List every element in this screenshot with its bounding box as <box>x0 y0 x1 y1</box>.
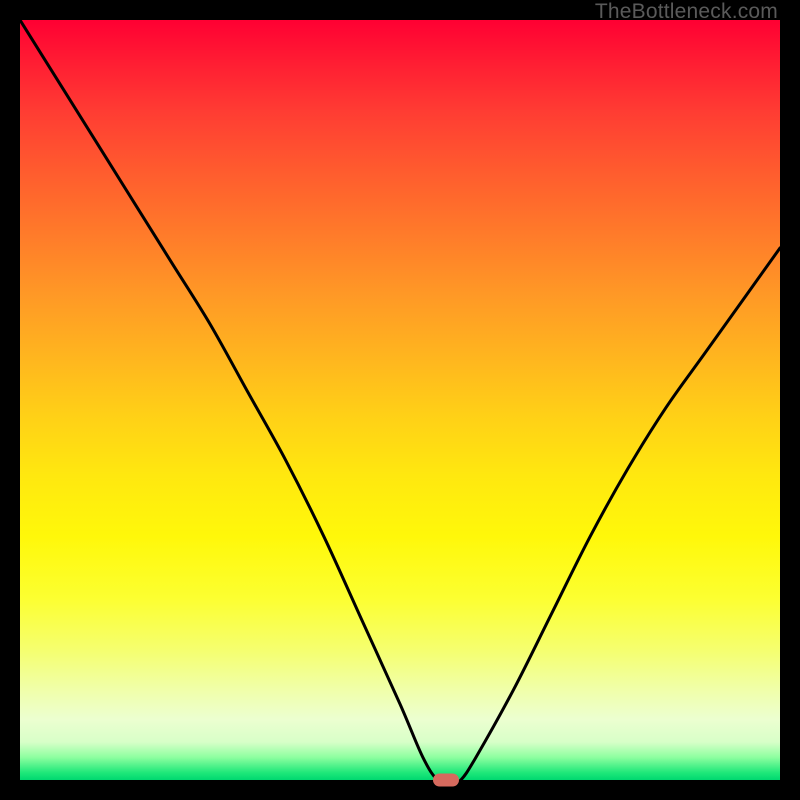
curve-path <box>20 20 780 780</box>
plot-area <box>20 20 780 780</box>
chart-frame: TheBottleneck.com <box>0 0 800 800</box>
bottleneck-curve <box>20 20 780 780</box>
minimum-marker <box>433 774 459 787</box>
watermark-text: TheBottleneck.com <box>595 0 778 24</box>
